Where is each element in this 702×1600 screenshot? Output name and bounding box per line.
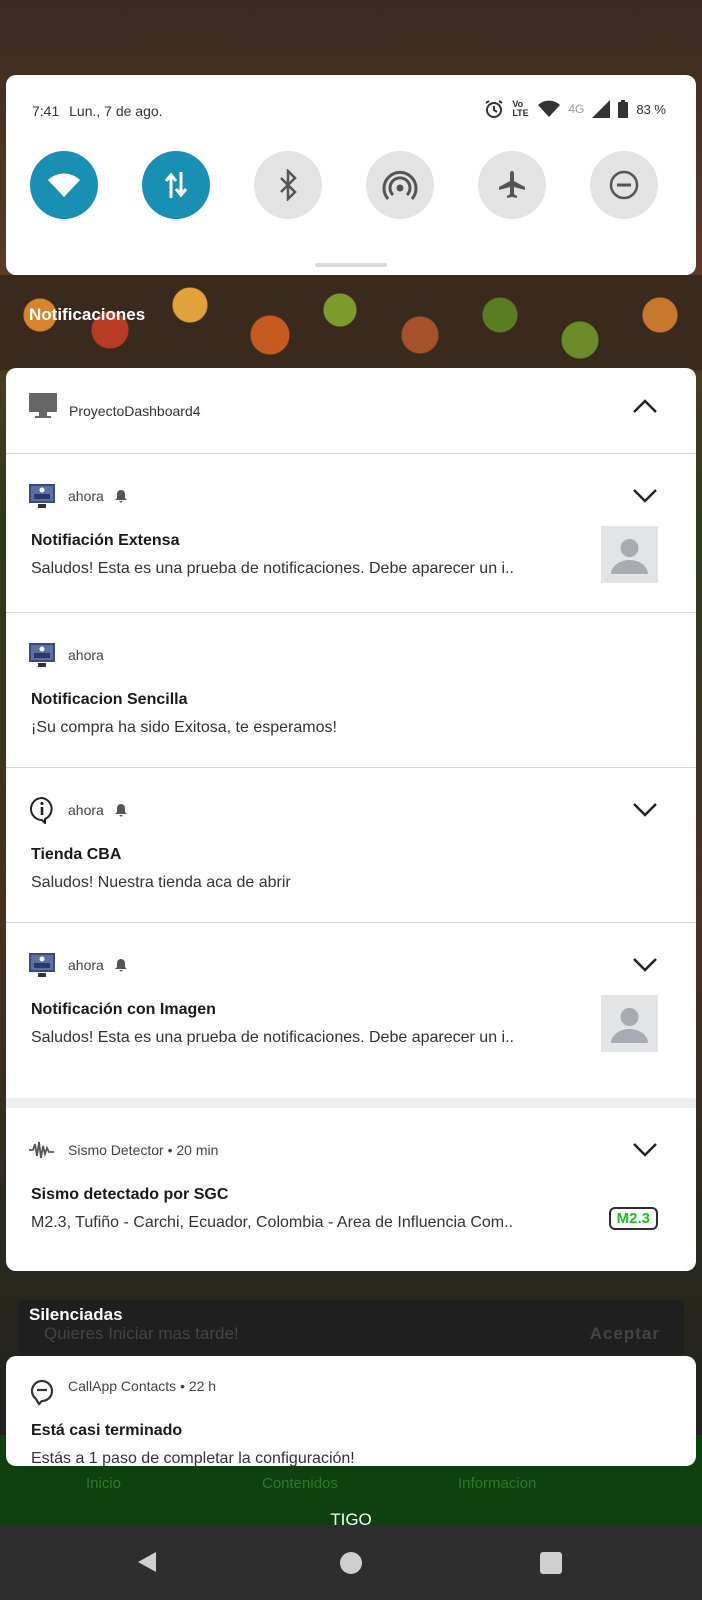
chevron-up-icon[interactable] [632,398,658,414]
drag-handle[interactable] [315,263,387,267]
list-item[interactable]: ahora Notificacion Sencilla ¡Su compra h… [6,613,696,768]
notification-meta: CallApp Contacts • 22 h [68,1378,216,1394]
chevron-down-icon[interactable] [632,802,658,818]
callapp-icon [30,1379,54,1406]
notification-text: Estás a 1 paso de completar la configura… [31,1450,355,1466]
info-icon [30,796,53,824]
quick-settings-panel: 7:41 Lun., 7 de ago. Vo LTE 4G 83 % [6,75,696,275]
hotspot-tile[interactable] [366,151,434,219]
notifications-header: Notificaciones [29,305,146,324]
mobile-data-tile[interactable] [142,151,210,219]
bg-nav-contenidos: Contenidos [262,1475,338,1492]
system-navigation-bar [0,1525,702,1600]
bell-icon [114,959,127,972]
chevron-down-icon[interactable] [632,488,658,504]
toast-action: Aceptar [589,1324,660,1343]
wifi-tile[interactable] [30,151,98,219]
group-header[interactable]: ProyectoDashboard4 [6,368,696,454]
notification-title: Sismo detectado por SGC [31,1186,229,1203]
battery-icon [618,100,629,118]
list-item[interactable]: ahora Notificación con Imagen Saludos! E… [6,923,696,1077]
battery-percent: 83 % [636,101,666,117]
notification-meta: Sismo Detector • 20 min [68,1142,218,1158]
chevron-down-icon[interactable] [632,957,658,973]
notification-title: Notificacion Sencilla [31,691,188,708]
notification-time: ahora [68,802,104,818]
list-item[interactable]: CallApp Contacts • 22 h Está casi termin… [6,1356,696,1466]
notification-text: Saludos! Esta es una prueba de notificac… [31,560,514,577]
airplane-mode-tile[interactable] [478,151,546,219]
back-icon[interactable] [136,1550,158,1574]
avatar-placeholder-icon [611,539,648,574]
status-bar: 7:41 Lun., 7 de ago. [32,103,163,119]
chevron-down-icon[interactable] [632,1142,658,1158]
app-icon [29,643,55,667]
network-type: 4G [568,102,585,116]
clock: 7:41 [32,103,60,119]
notification-text: M2.3, Tufiño - Carchi, Ecuador, Colombia… [31,1214,514,1231]
notification-text: Saludos! Nuestra tienda aca de abrir [31,874,291,891]
notification-image [601,995,658,1052]
airplane-icon [499,171,525,198]
notification-time: ahora [68,957,104,973]
list-item[interactable]: ahora Notifiación Extensa Saludos! Esta … [6,454,696,613]
app-icon [29,953,55,977]
status-icons: Vo LTE 4G 83 % [484,99,666,119]
notification-source: Sismo Detector • 20 min [68,1142,219,1158]
notification-text: ¡Su compra ha sido Exitosa, te esperamos… [31,719,337,736]
notification-image [601,526,658,583]
home-icon[interactable] [340,1552,362,1574]
app-icon [29,484,55,508]
mobile-data-icon [164,172,188,198]
volte-icon: Vo LTE [512,99,529,118]
bluetooth-tile[interactable] [254,151,322,219]
notification-time: ahora [68,647,104,663]
bell-icon [114,804,127,817]
notification-time: ahora [68,488,104,504]
alarm-icon [485,100,503,118]
bell-icon [114,490,127,503]
notification-title: Tienda CBA [31,846,122,863]
notification-source: CallApp Contacts • 22 h [68,1378,217,1394]
do-not-disturb-tile[interactable] [590,151,658,219]
notification-text: Saludos! Esta es una prueba de notificac… [31,1029,514,1046]
notification-title: Está casi terminado [31,1422,183,1439]
toast-text: Quieres Iniciar mas tarde! [44,1324,239,1343]
list-item[interactable]: ahora Tienda CBA Saludos! Nuestra tienda… [6,768,696,923]
date: Lun., 7 de ago. [69,103,163,119]
do-not-disturb-icon [609,170,639,200]
wifi-icon [48,173,80,197]
avatar-placeholder-icon [611,1008,648,1043]
group-app-name: ProyectoDashboard4 [69,403,201,419]
divider [6,1098,696,1108]
notification-card[interactable]: CallApp Contacts • 22 h Está casi termin… [6,1356,696,1466]
notification-meta: ahora [68,647,104,663]
wifi-status-icon [538,100,561,117]
notification-title: Notifiación Extensa [31,532,180,549]
list-item[interactable]: Sismo Detector • 20 min Sismo detectado … [6,1108,696,1271]
bg-nav-inicio: Inicio [86,1475,122,1492]
hotspot-icon [382,170,418,200]
magnitude-badge: M2.3 [608,1207,658,1230]
notification-title: Notificación con Imagen [31,1001,216,1018]
notification-meta: ahora [68,957,128,973]
notification-meta: ahora [68,488,128,504]
recents-icon[interactable] [540,1552,562,1574]
bluetooth-icon [280,169,297,201]
seismograph-icon [29,1141,54,1159]
signal-icon [592,100,611,118]
notification-card[interactable]: ProyectoDashboard4 ahora Notifiación Ext… [6,368,696,1271]
notification-meta: ahora [68,802,128,818]
bg-nav-informacion: Informacion [458,1475,537,1492]
monitor-icon [29,393,57,418]
silenced-header: Silenciadas [29,1305,123,1324]
